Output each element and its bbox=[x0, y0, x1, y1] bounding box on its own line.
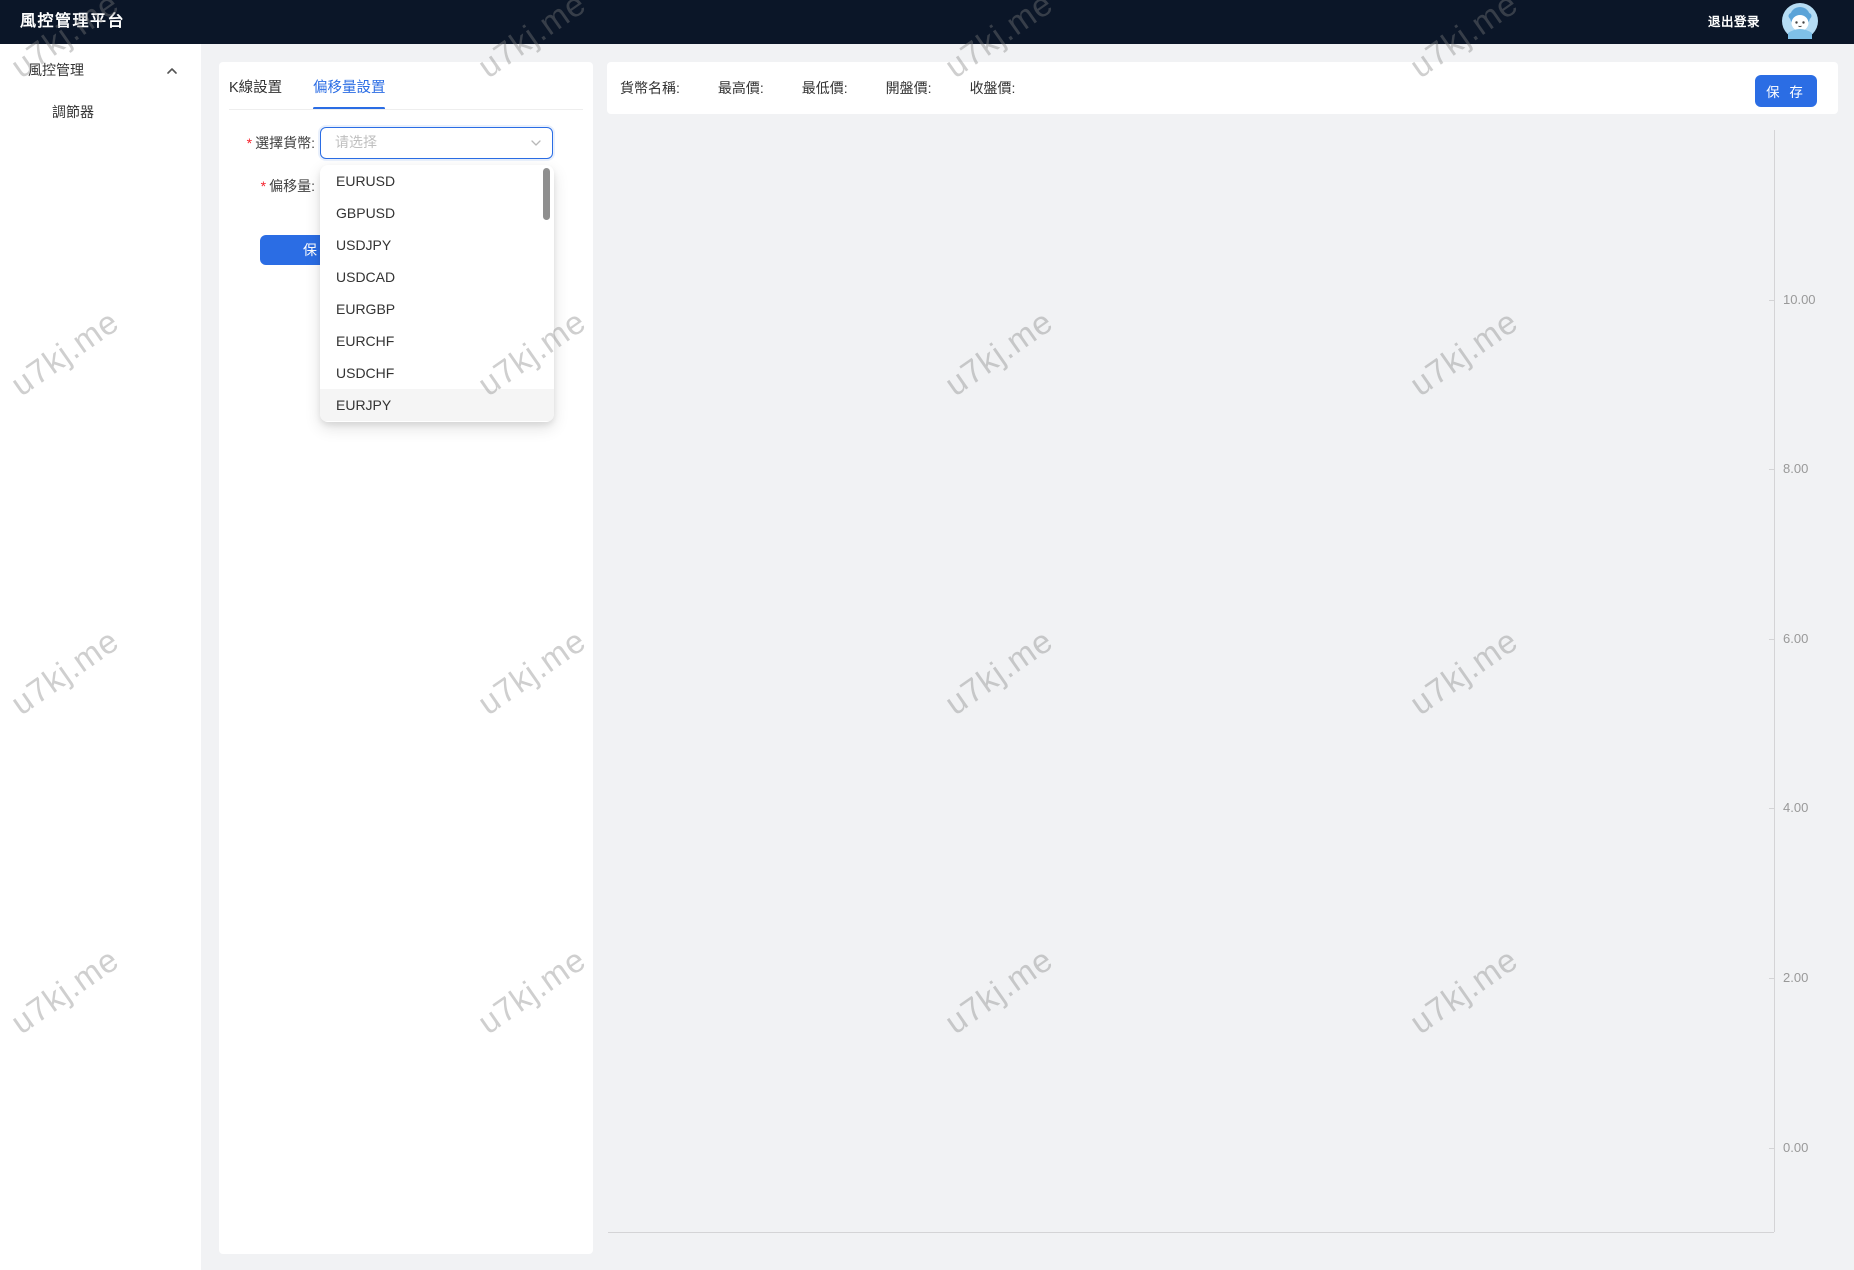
y-axis-tick-label: 4.00 bbox=[1783, 800, 1809, 815]
y-axis-tick-label: 0.00 bbox=[1783, 1140, 1809, 1155]
watermark: u7kj.me bbox=[937, 302, 1060, 403]
dropdown-option[interactable]: EURGBP bbox=[320, 293, 554, 325]
risk-control-app: 風控管理平台 退出登录 風控管理 調節器 K線設置 偏移量設置 * 選擇貨幣: … bbox=[0, 0, 1854, 1270]
currency-dropdown: EURUSD GBPUSD USDJPY USDCAD EURGBP EURCHF USDC… bbox=[320, 165, 554, 422]
avatar-icon bbox=[1782, 3, 1818, 39]
chart-save-button[interactable]: 保 存 bbox=[1755, 75, 1817, 107]
watermark: u7kj.me bbox=[1402, 302, 1525, 403]
currency-select[interactable]: 请选择 bbox=[320, 127, 553, 159]
currency-dropdown-list: EURUSD GBPUSD USDJPY USDCAD EURGBP EURCHF USDC… bbox=[320, 165, 554, 421]
offset-field-label: * 偏移量: bbox=[229, 172, 315, 200]
chart-header-label: 最低價: bbox=[801, 80, 848, 96]
chevron-up-icon bbox=[167, 68, 177, 74]
sidebar-item-regulator[interactable]: 調節器 bbox=[0, 92, 201, 132]
dropdown-option[interactable]: GBPUSD bbox=[320, 197, 554, 229]
chart-header-label: 貨幣名稱: bbox=[620, 80, 680, 96]
sidebar-group-risk-management[interactable]: 風控管理 bbox=[0, 50, 201, 90]
y-axis-tick-label: 2.00 bbox=[1783, 970, 1809, 985]
user-avatar[interactable] bbox=[1782, 3, 1818, 39]
offset-field-label-text: 偏移量: bbox=[269, 178, 315, 194]
currency-field-label-text: 選擇貨幣: bbox=[255, 135, 315, 151]
dropdown-option[interactable]: USDCAD bbox=[320, 261, 554, 293]
chart-header-label: 最高價: bbox=[717, 80, 764, 96]
chart-header-labels: 貨幣名稱: 最高價: 最低價: 開盤價: 收盤價: bbox=[620, 62, 1015, 114]
watermark: u7kj.me bbox=[937, 940, 1060, 1041]
y-axis-tick-mark bbox=[1769, 300, 1775, 301]
watermark: u7kj.me bbox=[1402, 940, 1525, 1041]
chart-x-axis-line bbox=[608, 1232, 1774, 1233]
currency-field-label: * 選擇貨幣: bbox=[229, 129, 315, 157]
chevron-down-icon bbox=[531, 140, 541, 146]
y-axis-tick-mark bbox=[1769, 469, 1775, 470]
chart-header-strip: 貨幣名稱: 最高價: 最低價: 開盤價: 收盤價: 保 存 bbox=[607, 62, 1838, 114]
sidebar: 風控管理 調節器 bbox=[0, 44, 201, 1270]
watermark: u7kj.me bbox=[937, 621, 1060, 722]
sidebar-group-label: 風控管理 bbox=[28, 62, 84, 78]
y-axis-tick-label: 8.00 bbox=[1783, 461, 1809, 476]
logout-link[interactable]: 退出登录 bbox=[1708, 0, 1760, 44]
watermark: u7kj.me bbox=[1402, 621, 1525, 722]
dropdown-scrollbar-thumb[interactable] bbox=[543, 168, 550, 220]
dropdown-option[interactable]: USDCHF bbox=[320, 357, 554, 389]
tabbar-divider bbox=[229, 109, 583, 110]
dropdown-option[interactable]: EURUSD bbox=[320, 165, 554, 197]
currency-select-placeholder: 请选择 bbox=[335, 134, 377, 150]
y-axis-tick-mark bbox=[1769, 639, 1775, 640]
required-mark: * bbox=[260, 178, 267, 194]
dropdown-option[interactable]: USDJPY bbox=[320, 229, 554, 261]
required-mark: * bbox=[246, 135, 253, 151]
dropdown-option[interactable]: EURJPY bbox=[320, 389, 554, 421]
dropdown-option[interactable]: EURCHF bbox=[320, 325, 554, 357]
top-navbar: 風控管理平台 退出登录 bbox=[0, 0, 1854, 44]
y-axis-tick-label: 6.00 bbox=[1783, 631, 1809, 646]
chart-y-axis-line bbox=[1774, 130, 1775, 1232]
y-axis-tick-label: 10.00 bbox=[1783, 292, 1816, 307]
chart-header-label: 開盤價: bbox=[885, 80, 932, 96]
chart-header-label: 收盤價: bbox=[969, 80, 1016, 96]
sidebar-item-label: 調節器 bbox=[52, 104, 94, 120]
tab-kline-settings[interactable]: K線設置 bbox=[229, 76, 282, 100]
app-title: 風控管理平台 bbox=[20, 13, 126, 30]
y-axis-tick-mark bbox=[1769, 978, 1775, 979]
y-axis-tick-mark bbox=[1769, 808, 1775, 809]
y-axis-tick-mark bbox=[1769, 1148, 1775, 1149]
tab-offset-settings[interactable]: 偏移量設置 bbox=[313, 76, 386, 100]
